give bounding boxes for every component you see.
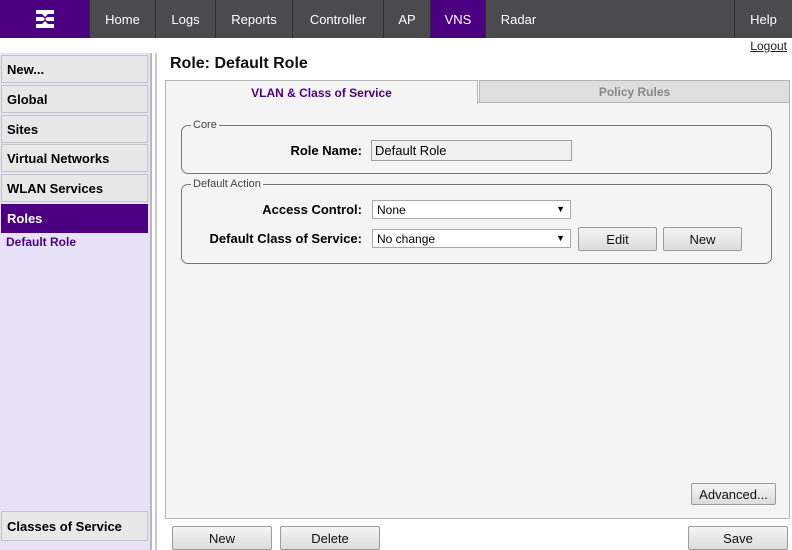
tab-content-panel: Core Role Name: Default Action Access Co… [165, 102, 790, 519]
access-control-value: None [377, 202, 406, 217]
sidebar-item-sites[interactable]: Sites [1, 115, 148, 143]
nav-controller[interactable]: Controller [292, 0, 383, 38]
sidebar-item-virtual-networks[interactable]: Virtual Networks [1, 144, 148, 172]
sidebar-item-global[interactable]: Global [1, 85, 148, 113]
role-name-label: Role Name: [290, 143, 362, 158]
tab-policy-rules[interactable]: Policy Rules [479, 80, 790, 103]
default-action-legend: Default Action [193, 178, 261, 190]
sidebar-item-classes-of-service[interactable]: Classes of Service [1, 511, 148, 541]
role-name-field[interactable] [371, 140, 572, 161]
extreme-logo-icon [35, 10, 54, 28]
nav-logs[interactable]: Logs [155, 0, 215, 38]
nav-reports[interactable]: Reports [215, 0, 292, 38]
sidebar-subitem-default-role[interactable]: Default Role [6, 235, 76, 249]
sidebar-item-new[interactable]: New... [1, 55, 148, 83]
nav-radar[interactable]: Radar [485, 0, 551, 38]
sidebar: New... Global Sites Virtual Networks WLA… [0, 53, 152, 550]
nav-help[interactable]: Help [734, 0, 792, 38]
access-control-label: Access Control: [262, 202, 362, 217]
new-role-button[interactable]: New [172, 526, 272, 550]
sidebar-splitter[interactable] [155, 53, 157, 550]
default-cos-value: No change [377, 231, 436, 246]
new-cos-button[interactable]: New [663, 227, 742, 251]
sidebar-item-wlan-services[interactable]: WLAN Services [1, 174, 148, 202]
save-button[interactable]: Save [688, 526, 788, 550]
brand-logo[interactable] [0, 0, 89, 38]
default-cos-select[interactable]: No change ▼ [372, 229, 571, 248]
edit-cos-button[interactable]: Edit [578, 227, 657, 251]
access-control-select[interactable]: None ▼ [372, 200, 571, 219]
chevron-down-icon: ▼ [556, 204, 565, 214]
chevron-down-icon: ▼ [556, 233, 565, 243]
core-legend: Core [193, 119, 217, 131]
top-navigation-bar: Home Logs Reports Controller AP VNS Rada… [0, 0, 792, 38]
default-action-group: Default Action [181, 178, 772, 264]
nav-vns[interactable]: VNS [430, 0, 485, 38]
advanced-button[interactable]: Advanced... [691, 483, 776, 505]
page-title: Role: Default Role [170, 55, 308, 72]
nav-ap[interactable]: AP [383, 0, 430, 38]
nav-home[interactable]: Home [89, 0, 155, 38]
delete-role-button[interactable]: Delete [280, 526, 380, 550]
logout-link[interactable]: Logout [750, 39, 787, 53]
default-cos-label: Default Class of Service: [209, 231, 362, 246]
tab-vlan-class-of-service[interactable]: VLAN & Class of Service [165, 80, 478, 104]
sidebar-item-roles[interactable]: Roles [1, 204, 148, 233]
